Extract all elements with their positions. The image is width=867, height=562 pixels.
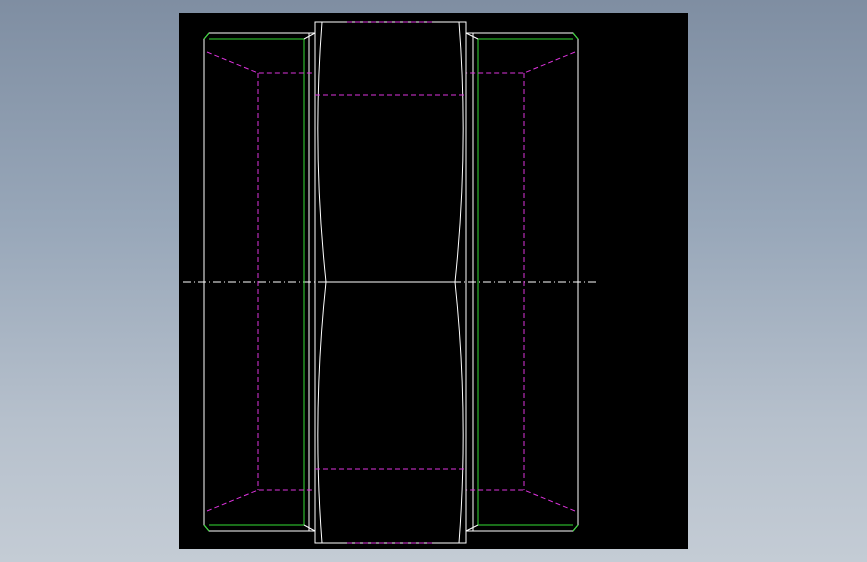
hex-right-curve-bottom	[454, 281, 464, 544]
right-step-bottom	[465, 524, 479, 532]
left-thread-chamfer-top	[203, 32, 210, 40]
hex-body	[314, 21, 467, 544]
left-hidden-bore-bottom	[206, 489, 315, 512]
pipe-fitting-drawing	[183, 21, 598, 544]
right-thread-chamfer-top	[572, 32, 579, 40]
hex-left-curve-bottom	[317, 281, 327, 544]
cad-viewport[interactable]	[0, 0, 867, 562]
right-hidden-bore	[466, 51, 576, 74]
left-hidden-bore	[206, 51, 315, 74]
hex-left-curve-top	[317, 21, 327, 283]
right-thread-chamfer-bottom	[572, 524, 579, 532]
hex-right-curve-top	[454, 21, 464, 283]
right-hidden-bore-bottom	[466, 489, 576, 512]
right-step-top	[465, 32, 479, 40]
left-thread-chamfer-bottom	[203, 524, 210, 532]
